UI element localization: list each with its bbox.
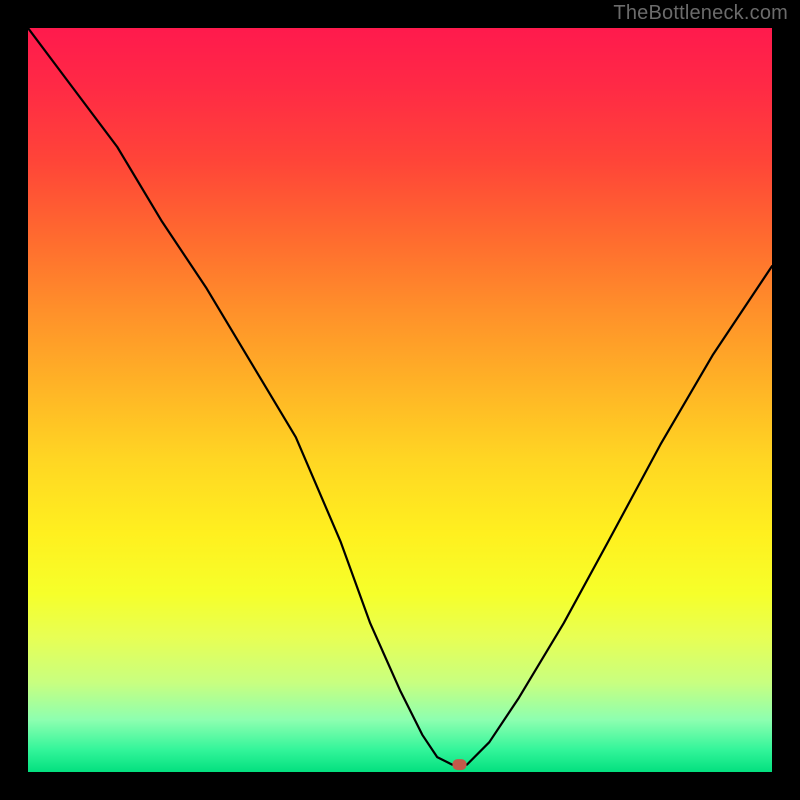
chart-svg [28, 28, 772, 772]
bottleneck-curve [28, 28, 772, 765]
optimum-marker [453, 759, 467, 770]
chart-frame: TheBottleneck.com [0, 0, 800, 800]
watermark-text: TheBottleneck.com [613, 2, 788, 25]
plot-area [28, 28, 772, 772]
